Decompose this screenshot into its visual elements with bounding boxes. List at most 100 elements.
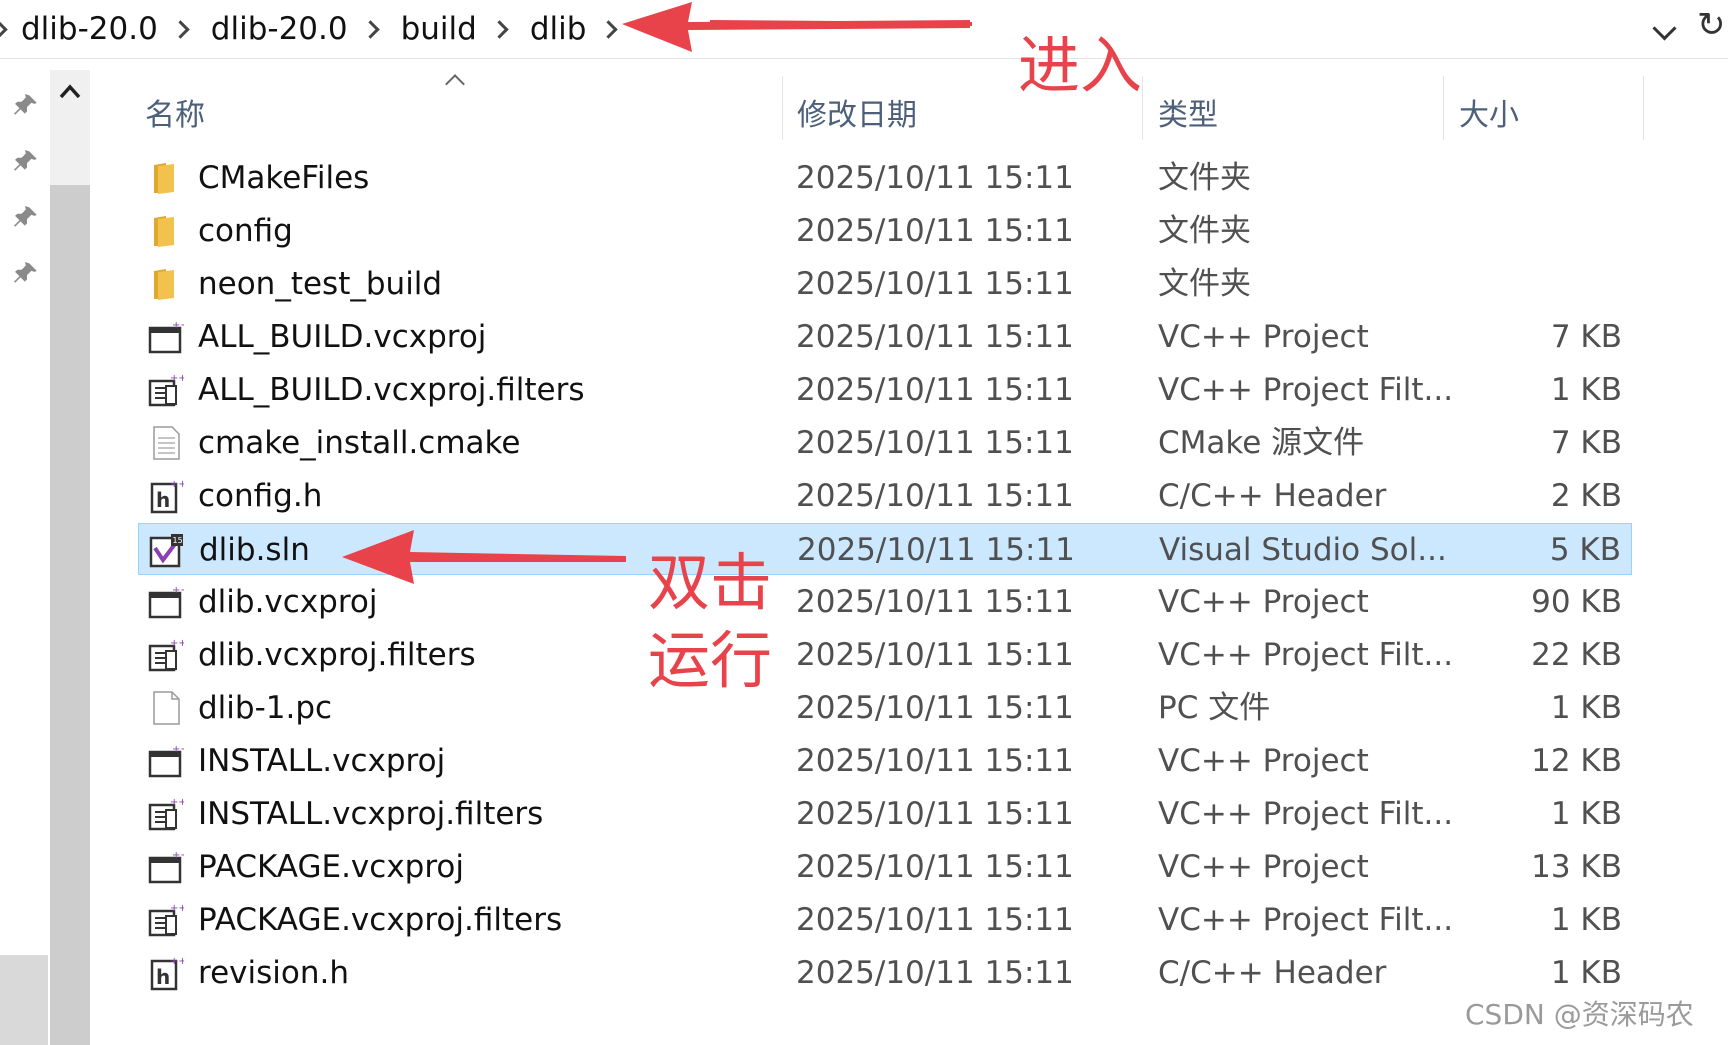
svg-text:++: ++ bbox=[170, 903, 184, 914]
file-date: 2025/10/11 15:11 bbox=[796, 796, 1074, 832]
file-row[interactable]: dlib-1.pc 2025/10/11 15:11 PC 文件 1 KB bbox=[138, 682, 1632, 734]
svg-text:++: ++ bbox=[170, 956, 184, 967]
chevron-down-icon[interactable] bbox=[1652, 16, 1677, 41]
column-header-type[interactable]: 类型 bbox=[1158, 84, 1218, 140]
file-row[interactable]: ++ INSTALL.vcxproj.filters 2025/10/11 15:1… bbox=[138, 788, 1632, 840]
file-size: 5 KB bbox=[1549, 532, 1621, 568]
file-type: 文件夹 bbox=[1158, 160, 1251, 196]
svg-text:++: ++ bbox=[170, 797, 184, 808]
file-row[interactable]: CMakeFiles 2025/10/11 15:11 文件夹 bbox=[138, 152, 1632, 204]
pin-icon[interactable] bbox=[14, 260, 40, 286]
chevron-right-icon[interactable] bbox=[171, 19, 190, 39]
pin-icon[interactable] bbox=[14, 204, 40, 230]
file-type: PC 文件 bbox=[1158, 690, 1271, 726]
file-row[interactable]: ++ INSTALL.vcxproj 2025/10/11 15:11 VC++ Pr… bbox=[138, 735, 1632, 787]
file-type: CMake 源文件 bbox=[1158, 425, 1365, 461]
solution-icon: 15 bbox=[149, 534, 183, 568]
annotation-arrow-double-click bbox=[342, 530, 626, 584]
column-header-date[interactable]: 修改日期 bbox=[797, 84, 917, 140]
scrollbar-thumb[interactable] bbox=[50, 185, 90, 1045]
sort-ascending-icon bbox=[445, 74, 465, 94]
refresh-icon[interactable]: ↻ bbox=[1697, 8, 1726, 42]
file-size: 1 KB bbox=[1550, 955, 1622, 991]
filters-icon: ++ bbox=[148, 797, 184, 831]
svg-text:++: ++ bbox=[172, 744, 184, 755]
file-type: VC++ Project Filt... bbox=[1158, 796, 1454, 832]
breadcrumb-item[interactable]: dlib bbox=[520, 11, 595, 47]
file-date: 2025/10/11 15:11 bbox=[796, 319, 1074, 355]
file-row[interactable]: h ++ revision.h 2025/10/11 15:11 C/C++ Heade… bbox=[138, 947, 1632, 999]
file-name: ALL_BUILD.vcxproj bbox=[198, 319, 487, 355]
file-row[interactable]: ++ PACKAGE.vcxproj 2025/10/11 15:11 VC++ Pr… bbox=[138, 841, 1632, 893]
file-name: revision.h bbox=[198, 955, 349, 991]
scroll-up-icon[interactable] bbox=[58, 82, 82, 100]
file-row[interactable]: cmake_install.cmake 2025/10/11 15:11 CMake… bbox=[138, 417, 1632, 469]
folder-icon bbox=[154, 216, 174, 247]
breadcrumb-item[interactable]: dlib-20.0 bbox=[201, 11, 356, 47]
text-file-icon bbox=[153, 426, 180, 460]
svg-text:++: ++ bbox=[172, 585, 184, 596]
file-name: cmake_install.cmake bbox=[198, 425, 521, 461]
pin-icon[interactable] bbox=[14, 148, 40, 174]
file-date: 2025/10/11 15:11 bbox=[796, 955, 1074, 991]
file-name: neon_test_build bbox=[198, 266, 443, 302]
column-header-name[interactable]: 名称 bbox=[145, 84, 205, 140]
column-divider[interactable] bbox=[782, 76, 783, 140]
file-date: 2025/10/11 15:11 bbox=[796, 849, 1074, 885]
file-name: ALL_BUILD.vcxproj.filters bbox=[198, 372, 585, 408]
file-size: 1 KB bbox=[1550, 902, 1622, 938]
chevron-right-icon[interactable] bbox=[490, 19, 509, 39]
column-divider[interactable] bbox=[1142, 76, 1143, 140]
file-size: 2 KB bbox=[1550, 478, 1622, 514]
breadcrumb-item[interactable]: build bbox=[391, 11, 485, 47]
svg-text:h: h bbox=[156, 965, 170, 989]
file-name: config bbox=[198, 213, 293, 249]
file-date: 2025/10/11 15:11 bbox=[796, 584, 1074, 620]
svg-text:h: h bbox=[156, 488, 170, 512]
file-type: VC++ Project bbox=[1158, 319, 1369, 355]
svg-text:++: ++ bbox=[170, 638, 184, 649]
file-date: 2025/10/11 15:11 bbox=[796, 690, 1074, 726]
file-type: 文件夹 bbox=[1158, 213, 1251, 249]
filters-icon: ++ bbox=[148, 373, 184, 407]
folder-icon bbox=[154, 163, 174, 194]
header-file-icon: h++ bbox=[150, 956, 184, 991]
annotation-arrow-enter bbox=[622, 2, 973, 52]
svg-text:++: ++ bbox=[170, 479, 184, 490]
file-row[interactable]: ++ ALL_BUILD.vcxproj 2025/10/11 15:11 VC++ … bbox=[138, 311, 1632, 363]
column-divider[interactable] bbox=[1443, 76, 1444, 140]
file-date: 2025/10/11 15:11 bbox=[796, 478, 1074, 514]
chevron-right-icon[interactable] bbox=[599, 19, 619, 39]
file-date: 2025/10/11 15:11 bbox=[796, 425, 1074, 461]
file-size: 13 KB bbox=[1531, 849, 1622, 885]
file-date: 2025/10/11 15:11 bbox=[796, 743, 1074, 779]
file-type: Visual Studio Sol... bbox=[1159, 532, 1447, 568]
chevron-right-icon[interactable] bbox=[0, 19, 8, 39]
file-size: 22 KB bbox=[1531, 637, 1622, 673]
file-row[interactable]: ++ dlib.vcxproj.filters 2025/10/11 15:11 VC… bbox=[138, 629, 1632, 681]
file-type: C/C++ Header bbox=[1158, 955, 1387, 991]
folder-icon bbox=[154, 269, 174, 300]
pin-icon[interactable] bbox=[14, 92, 40, 118]
file-date: 2025/10/11 15:11 bbox=[796, 160, 1074, 196]
filters-icon: ++ bbox=[148, 638, 184, 672]
column-divider[interactable] bbox=[1643, 76, 1644, 140]
file-size: 7 KB bbox=[1550, 425, 1622, 461]
file-row[interactable]: h ++ config.h 2025/10/11 15:11 C/C++ Header 2… bbox=[138, 470, 1632, 522]
chevron-right-icon[interactable] bbox=[360, 19, 380, 39]
annotation-run: 运行 bbox=[648, 624, 773, 697]
file-name: dlib.sln bbox=[199, 532, 310, 568]
file-row[interactable]: config 2025/10/11 15:11 文件夹 bbox=[138, 205, 1632, 257]
file-type: VC++ Project bbox=[1158, 584, 1369, 620]
file-row[interactable]: neon_test_build 2025/10/11 15:11 文件夹 bbox=[138, 258, 1632, 310]
svg-text:++: ++ bbox=[172, 850, 184, 861]
breadcrumb-item[interactable]: dlib-20.0 bbox=[11, 11, 166, 47]
svg-text:++: ++ bbox=[170, 373, 184, 384]
file-type: 文件夹 bbox=[1158, 266, 1251, 302]
file-row[interactable]: ++ ALL_BUILD.vcxproj.filters 2025/10/11 15… bbox=[138, 364, 1632, 416]
file-size: 7 KB bbox=[1550, 319, 1622, 355]
vcxproj-icon: ++ bbox=[148, 320, 184, 354]
column-header-size[interactable]: 大小 bbox=[1459, 84, 1519, 140]
file-row[interactable]: ++ PACKAGE.vcxproj.filters 2025/10/11 15:1… bbox=[138, 894, 1632, 946]
file-date: 2025/10/11 15:11 bbox=[796, 213, 1074, 249]
